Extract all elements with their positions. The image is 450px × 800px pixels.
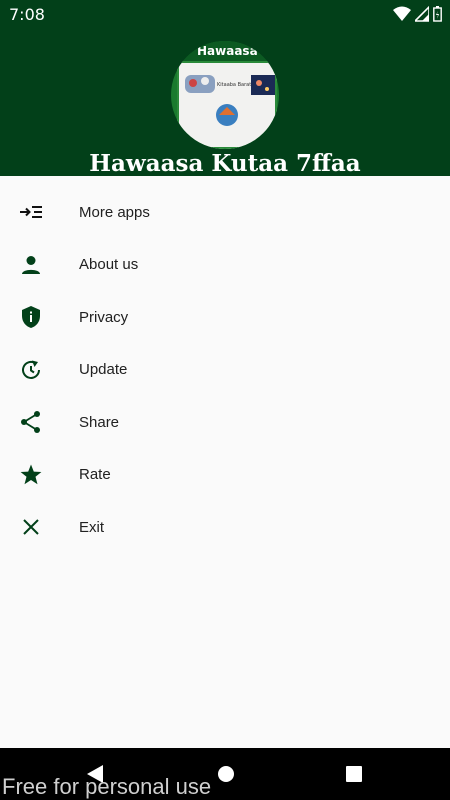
- wifi-icon: [393, 6, 411, 21]
- drawer-menu: More apps About us Privacy Update Share …: [0, 186, 450, 554]
- menu-item-label: Rate: [79, 466, 111, 484]
- menu-item-label: Share: [79, 413, 120, 431]
- app-logo: Hawaasa Kitaaba Barattoota: [171, 41, 279, 149]
- menu-item-label: Exit: [79, 518, 105, 536]
- share-icon: [19, 410, 43, 434]
- app-title: Hawaasa Kutaa 7ffaa: [89, 150, 361, 177]
- drawer-header: Hawaasa Kitaaba Barattoota Hawaasa Kutaa…: [0, 28, 450, 177]
- update-icon: [19, 358, 43, 382]
- menu-item-about-us[interactable]: About us: [0, 239, 450, 292]
- more-apps-icon: [19, 200, 43, 224]
- signal-icon: [415, 6, 429, 22]
- logo-title: Hawaasa: [197, 44, 258, 58]
- logo-illustration: [185, 75, 275, 126]
- status-bar: 7:08: [0, 0, 450, 28]
- menu-item-privacy[interactable]: Privacy: [0, 291, 450, 344]
- recents-icon[interactable]: [346, 766, 362, 782]
- menu-item-share[interactable]: Share: [0, 396, 450, 449]
- battery-icon: [433, 6, 442, 22]
- menu-item-label: About us: [79, 256, 139, 274]
- star-icon: [19, 463, 43, 487]
- menu-item-more-apps[interactable]: More apps: [0, 186, 450, 239]
- shield-info-icon: [19, 305, 43, 329]
- logo-image: Kitaaba Barattoota: [177, 61, 277, 149]
- menu-item-label: Privacy: [79, 308, 129, 326]
- close-icon: [19, 515, 43, 539]
- watermark-text: Free for personal use: [2, 774, 212, 799]
- menu-item-label: Update: [79, 361, 128, 379]
- home-icon[interactable]: [217, 765, 235, 783]
- menu-item-label: More apps: [79, 203, 150, 221]
- person-icon: [19, 253, 43, 277]
- menu-item-exit[interactable]: Exit: [0, 501, 450, 554]
- menu-item-rate[interactable]: Rate: [0, 449, 450, 502]
- menu-item-update[interactable]: Update: [0, 344, 450, 397]
- status-time: 7:08: [9, 5, 45, 24]
- status-icons: [393, 6, 442, 22]
